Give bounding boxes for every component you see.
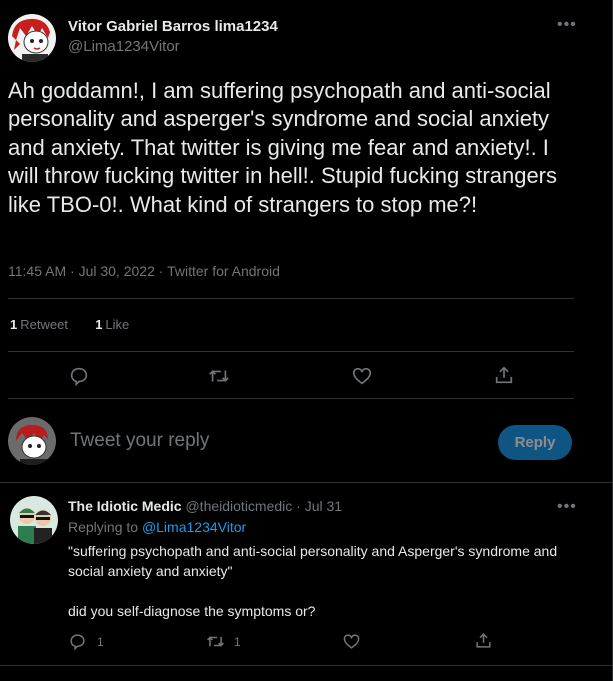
like-count: 1 [95, 317, 103, 332]
reply-text: "suffering psychopath and anti-social pe… [68, 543, 558, 619]
author-avatar[interactable] [8, 14, 56, 62]
retweet-icon[interactable] [205, 632, 226, 651]
tweet-meta: 11:45 AM · Jul 30, 2022 · Twitter for An… [8, 263, 280, 279]
reply-author-avatar[interactable] [10, 496, 58, 544]
more-icon[interactable]: ••• [557, 499, 577, 515]
reply-button[interactable]: Reply [498, 425, 572, 460]
divider [8, 351, 574, 352]
reply-icon[interactable] [68, 632, 87, 651]
divider [0, 482, 612, 483]
retweet-count: 1 [10, 317, 18, 332]
retweet-count: 1 [234, 635, 241, 649]
reply-author-name[interactable]: The Idiotic Medic [68, 498, 182, 514]
tweet-time[interactable]: 11:45 AM [8, 263, 66, 279]
divider [8, 398, 574, 399]
reply-author-handle[interactable]: @theidioticmedic [185, 498, 292, 514]
share-icon[interactable] [493, 364, 515, 386]
reply-header: The Idiotic Medic @theidioticmedic · Jul… [68, 498, 343, 514]
share-icon[interactable] [474, 631, 493, 650]
replying-to: Replying to @Lima1234Vitor [68, 519, 246, 535]
reply-input[interactable]: Tweet your reply [70, 430, 209, 452]
replying-to-link[interactable]: @Lima1234Vitor [142, 519, 246, 535]
tweet-text: Ah goddamn!, I am suffering psychopath a… [8, 78, 558, 217]
heart-icon[interactable] [351, 365, 373, 387]
retweet-stat-label: Retweet [20, 317, 68, 332]
like-stat-label: Like [105, 317, 130, 332]
divider [8, 298, 574, 299]
tweet-date[interactable]: Jul 30, 2022 [79, 263, 155, 279]
author-name[interactable]: Vitor Gabriel Barros lima1234 [68, 18, 278, 35]
tweet-stats: 1 Retweet 1 Like [10, 317, 129, 332]
more-icon[interactable]: ••• [557, 17, 577, 33]
reply-count: 1 [97, 635, 104, 649]
divider [0, 665, 612, 666]
replying-to-prefix: Replying to [68, 519, 139, 535]
like-stat[interactable]: 1 Like [95, 317, 129, 332]
retweet-stat[interactable]: 1 Retweet [10, 317, 68, 332]
current-user-avatar[interactable] [8, 417, 56, 465]
retweet-icon[interactable] [207, 365, 231, 387]
author-handle[interactable]: @Lima1234Vitor [68, 38, 180, 55]
heart-icon[interactable] [342, 632, 361, 651]
reply-icon[interactable] [68, 365, 90, 387]
tweet-source[interactable]: Twitter for Android [167, 263, 280, 279]
reply-date[interactable]: Jul 31 [305, 498, 342, 514]
